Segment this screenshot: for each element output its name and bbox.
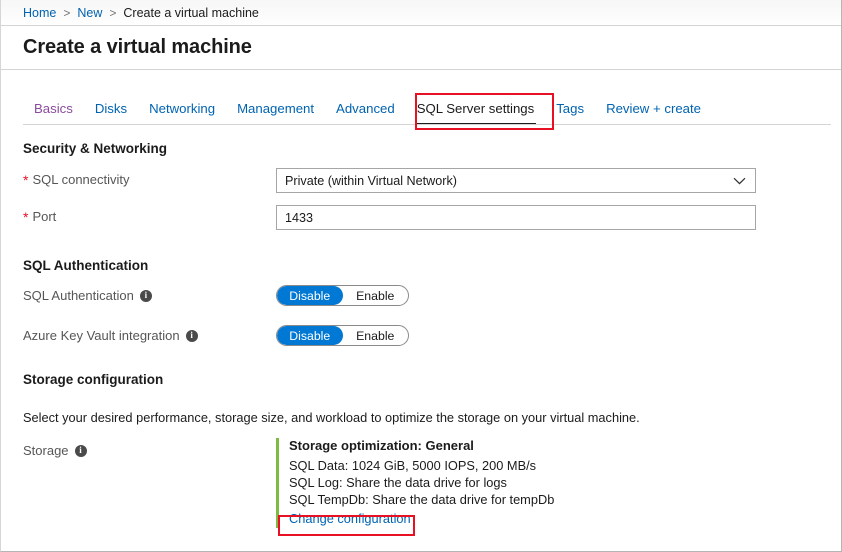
- info-icon[interactable]: i: [75, 445, 87, 457]
- label-text: Azure Key Vault integration: [23, 328, 180, 343]
- change-configuration-link[interactable]: Change configuration: [289, 511, 411, 526]
- breadcrumb-separator: >: [109, 6, 116, 20]
- tab-advanced[interactable]: Advanced: [325, 92, 406, 125]
- tab-sql-server-settings[interactable]: SQL Server settings: [406, 92, 546, 125]
- breadcrumb-item-new[interactable]: New: [77, 6, 102, 20]
- page-title: Create a virtual machine: [23, 36, 252, 59]
- tab-tags[interactable]: Tags: [545, 92, 595, 125]
- label-sql-connectivity: * SQL connectivity: [23, 172, 130, 187]
- tab-bar: Basics Disks Networking Management Advan…: [1, 92, 841, 125]
- chevron-down-icon: [733, 177, 746, 185]
- toggle-option-disable[interactable]: Disable: [277, 286, 343, 305]
- storage-line-tempdb: SQL TempDb: Share the data drive for tem…: [289, 491, 554, 508]
- create-vm-page: Home > New > Create a virtual machine Cr…: [0, 0, 842, 552]
- storage-line-data: SQL Data: 1024 GiB, 5000 IOPS, 200 MB/s: [289, 457, 554, 474]
- toggle-option-enable[interactable]: Enable: [343, 286, 409, 305]
- required-indicator: *: [23, 210, 28, 224]
- sql-connectivity-select[interactable]: Private (within Virtual Network): [276, 168, 756, 193]
- label-azure-key-vault-integration: Azure Key Vault integration i: [23, 328, 198, 343]
- breadcrumb-item-current: Create a virtual machine: [123, 6, 258, 20]
- azure-key-vault-toggle[interactable]: Disable Enable: [276, 325, 409, 346]
- toggle-option-disable[interactable]: Disable: [277, 326, 343, 345]
- info-icon[interactable]: i: [186, 330, 198, 342]
- section-heading-storage-configuration: Storage configuration: [23, 372, 163, 387]
- label-text: SQL connectivity: [32, 172, 129, 187]
- sql-authentication-toggle[interactable]: Disable Enable: [276, 285, 409, 306]
- tab-disks[interactable]: Disks: [84, 92, 138, 125]
- storage-line-log: SQL Log: Share the data drive for logs: [289, 474, 554, 491]
- storage-description: Select your desired performance, storage…: [23, 410, 640, 425]
- label-text: Port: [32, 209, 56, 224]
- tab-review-create[interactable]: Review + create: [595, 92, 712, 125]
- section-heading-sql-authentication: SQL Authentication: [23, 258, 148, 273]
- label-text: Storage: [23, 443, 69, 458]
- required-indicator: *: [23, 173, 28, 187]
- toggle-option-enable[interactable]: Enable: [343, 326, 409, 345]
- port-input[interactable]: 1433: [276, 205, 756, 230]
- section-heading-security-networking: Security & Networking: [23, 141, 167, 156]
- label-sql-authentication: SQL Authentication i: [23, 288, 152, 303]
- label-text: SQL Authentication: [23, 288, 134, 303]
- tab-basics[interactable]: Basics: [23, 92, 84, 125]
- info-icon[interactable]: i: [140, 290, 152, 302]
- tab-management[interactable]: Management: [226, 92, 325, 125]
- page-header: Create a virtual machine: [1, 26, 841, 70]
- breadcrumb: Home > New > Create a virtual machine: [1, 0, 841, 26]
- label-storage: Storage i: [23, 443, 87, 458]
- storage-optimization-title: Storage optimization: General: [289, 438, 554, 453]
- breadcrumb-separator: >: [63, 6, 70, 20]
- storage-summary: Storage optimization: General SQL Data: …: [276, 438, 554, 528]
- tab-networking[interactable]: Networking: [138, 92, 226, 125]
- label-port: * Port: [23, 209, 56, 224]
- tab-bar-divider: [23, 124, 831, 125]
- sql-connectivity-value: Private (within Virtual Network): [285, 174, 457, 188]
- breadcrumb-item-home[interactable]: Home: [23, 6, 56, 20]
